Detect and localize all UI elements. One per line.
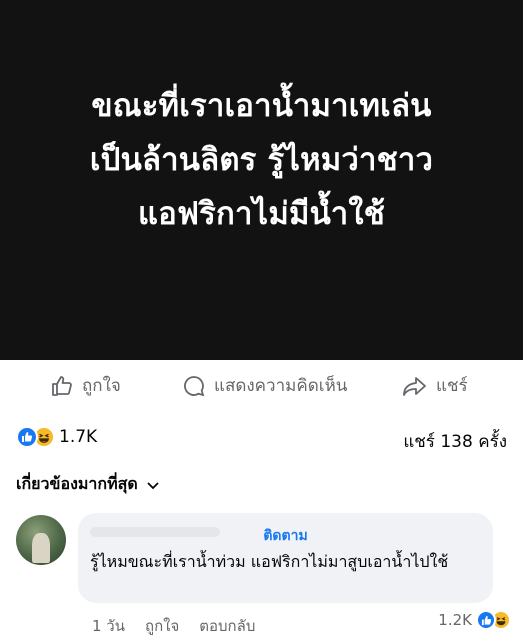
comment-meta: 1 วัน ถูกใจ ตอบกลับ [92, 614, 275, 638]
comment-text: รู้ไหมขณะที่เราน้ำท่วม แอฟริกาไม่มาสูบเอ… [90, 552, 449, 571]
post-image[interactable]: ขณะที่เราเอาน้ำมาเทเล่น เป็นล้านลิตร รู้… [0, 0, 523, 360]
like-reaction-icon [476, 610, 496, 630]
comment-sort-dropdown[interactable]: เกี่ยวข้องมากที่สุด [16, 472, 160, 497]
comment-reaction-count: 1.2K [438, 611, 472, 629]
comment-like-button[interactable]: ถูกใจ [145, 614, 179, 638]
share-button-label: แชร์ [436, 376, 468, 396]
comment-reply-button[interactable]: ตอบกลับ [199, 614, 255, 638]
reaction-summary[interactable]: 1.7K [16, 426, 97, 448]
share-arrow-icon [403, 376, 426, 396]
comment-button-label: แสดงความคิดเห็น [214, 376, 348, 396]
thumbs-up-icon [52, 375, 72, 396]
post-image-text: ขณะที่เราเอาน้ำมาเทเล่น เป็นล้านลิตร รู้… [89, 88, 434, 232]
avatar[interactable] [16, 515, 66, 565]
comment-button[interactable]: แสดงความคิดเห็น [182, 372, 347, 399]
post-stats: 1.7K แชร์ 138 ครั้ง [0, 420, 523, 456]
like-button[interactable]: ถูกใจ [50, 372, 121, 399]
comment-timestamp[interactable]: 1 วัน [92, 614, 125, 638]
like-reaction-icon [16, 426, 38, 448]
follow-button[interactable]: ติดตาม [78, 525, 493, 547]
reaction-count: 1.7K [59, 427, 98, 447]
like-button-label: ถูกใจ [82, 376, 121, 396]
comment-sort-label: เกี่ยวข้องมากที่สุด [16, 474, 138, 493]
share-button[interactable]: แชร์ [402, 372, 468, 399]
post-action-bar: ถูกใจ แสดงความคิดเห็น แชร์ [0, 360, 523, 414]
comment-bubble: ติดตาม รู้ไหมขณะที่เราน้ำท่วม แอฟริกาไม่… [78, 513, 493, 603]
chevron-down-icon [147, 481, 159, 489]
comment-icon [184, 375, 205, 396]
share-count[interactable]: แชร์ 138 ครั้ง [403, 428, 507, 455]
comment-reaction-summary[interactable]: 1.2K [438, 610, 511, 630]
